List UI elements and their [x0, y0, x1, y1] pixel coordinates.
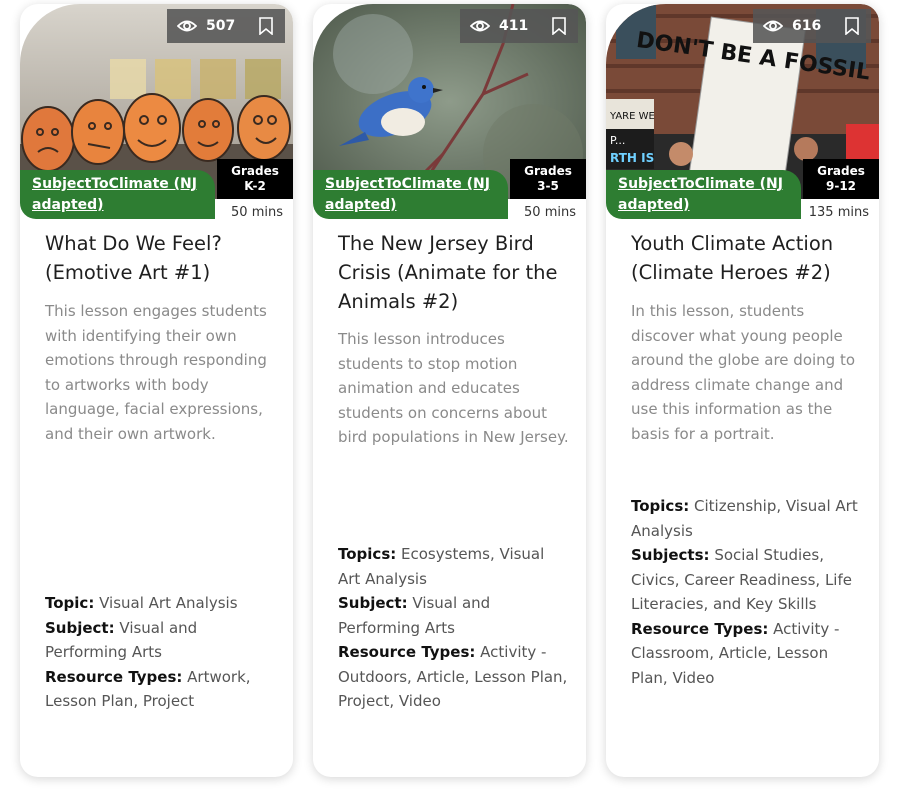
grade-value: K-2: [244, 179, 266, 193]
grade-value: 3-5: [537, 179, 559, 193]
resource-types-key: Resource Types:: [45, 667, 183, 686]
lesson-card[interactable]: 507 Grades K-2 SubjectToClimate (NJ adap…: [20, 4, 293, 777]
grade-badge: Grades 9-12: [803, 159, 879, 199]
lesson-meta: Topics: Citizenship, Visual Art Analysis…: [631, 494, 863, 690]
eye-icon: [177, 19, 197, 33]
lesson-title[interactable]: Youth Climate Action (Climate Heroes #2): [631, 229, 863, 287]
stats-bar: 411: [460, 9, 578, 43]
grade-badge: Grades 3-5: [510, 159, 586, 199]
sign-text: YARE WE: [609, 111, 655, 122]
grade-label: Grades: [524, 164, 572, 178]
lesson-title[interactable]: The New Jersey Bird Crisis (Animate for …: [338, 229, 570, 316]
duration: 50 mins: [231, 205, 283, 220]
source-link[interactable]: SubjectToClimate (NJ adapted): [313, 170, 508, 219]
topic-key: Topics:: [631, 497, 690, 515]
view-count: 616: [792, 18, 822, 34]
bookmark-icon[interactable]: [552, 17, 566, 35]
lesson-meta: Topic: Visual Art Analysis Subject: Visu…: [45, 591, 277, 714]
duration: 135 mins: [808, 205, 869, 220]
lesson-card[interactable]: DON'T BE A FOSSIL YARE WE P... RTH IS 61…: [606, 4, 879, 777]
resource-types-key: Resource Types:: [338, 643, 476, 661]
grade-badge: Grades K-2: [217, 159, 293, 199]
topic-value: Visual Art Analysis: [99, 594, 238, 612]
source-link[interactable]: SubjectToClimate (NJ adapted): [606, 170, 801, 219]
subject-key: Subject:: [45, 618, 115, 637]
lesson-card[interactable]: 411 Grades 3-5 SubjectToClimate (NJ adap…: [313, 4, 586, 777]
lesson-description: This lesson engages students with identi…: [45, 302, 267, 443]
resource-types-key: Resource Types:: [631, 619, 769, 638]
view-count: 411: [499, 18, 529, 34]
subject-key: Subjects:: [631, 546, 710, 564]
stats-bar: 507: [167, 9, 285, 43]
topic-key: Topic:: [45, 594, 95, 612]
lesson-title[interactable]: What Do We Feel? (Emotive Art #1): [45, 229, 277, 287]
source-link[interactable]: SubjectToClimate (NJ adapted): [20, 170, 215, 219]
bookmark-icon[interactable]: [259, 17, 273, 35]
sign-text: P...: [610, 134, 625, 147]
stats-bar: 616: [753, 9, 871, 43]
eye-icon: [763, 19, 783, 33]
eye-icon: [470, 19, 490, 33]
sign-text: RTH IS: [610, 151, 654, 165]
grade-label: Grades: [231, 164, 279, 178]
lesson-meta: Topics: Ecosystems, Visual Art Analysis …: [338, 542, 570, 714]
subject-key: Subject:: [338, 594, 408, 612]
grade-value: 9-12: [825, 179, 857, 193]
grade-label: Grades: [817, 164, 865, 178]
lesson-description: In this lesson, students discover what y…: [631, 302, 856, 443]
bookmark-icon[interactable]: [845, 17, 859, 35]
view-count: 507: [206, 18, 236, 34]
topic-key: Topics:: [338, 545, 397, 563]
duration: 50 mins: [524, 205, 576, 220]
lesson-description: This lesson introduces students to stop …: [338, 330, 569, 446]
